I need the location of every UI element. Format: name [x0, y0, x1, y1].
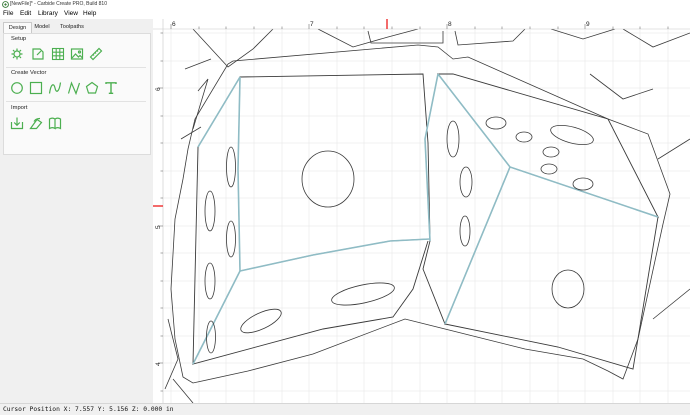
- library-icon[interactable]: [48, 116, 62, 130]
- new-page-icon[interactable]: [31, 47, 45, 61]
- selected-edges: [192, 73, 659, 365]
- app-icon: [2, 1, 9, 8]
- curve-tool-icon[interactable]: [48, 81, 62, 95]
- grid-lines: [163, 29, 690, 403]
- title-bar: [NewFile]* - Carbide Create PRO, Build 8…: [0, 0, 690, 9]
- ruler-y-label: 4: [155, 362, 162, 366]
- panel-tabs: Design Model Toolpaths: [0, 21, 153, 33]
- cursor-position-readout: Cursor Position X: 7.557 Y: 5.156 Z: 0.0…: [3, 406, 174, 413]
- tab-design[interactable]: Design: [3, 22, 32, 33]
- die-left-side: [192, 76, 241, 365]
- background-paths: [164, 28, 690, 403]
- outer-outline: [170, 44, 671, 384]
- ruler-vertical: [153, 19, 163, 403]
- import-vector-icon[interactable]: [29, 116, 43, 130]
- die-left-front: [237, 73, 431, 272]
- grid-icon[interactable]: [51, 47, 65, 61]
- polyline-tool-icon[interactable]: [67, 81, 81, 95]
- ruler-y-label: 5: [155, 225, 162, 229]
- canvas-svg: 6 7 8 9 6 5 4: [153, 19, 690, 403]
- menu-help[interactable]: Help: [83, 10, 96, 17]
- die-left-bottom: [192, 240, 429, 365]
- design-panel: Design Model Toolpaths Setup Create Vect…: [0, 19, 153, 403]
- section-divider: [6, 67, 146, 68]
- design-canvas[interactable]: 6 7 8 9 6 5 4: [153, 19, 690, 403]
- job-setup-icon[interactable]: [10, 47, 24, 61]
- rectangle-tool-icon[interactable]: [29, 81, 43, 95]
- measure-icon[interactable]: [89, 47, 103, 61]
- menu-file[interactable]: File: [3, 10, 13, 17]
- status-bar: Cursor Position X: 7.557 Y: 5.156 Z: 0.0…: [0, 403, 690, 415]
- ruler-y-label: 6: [155, 87, 162, 91]
- image-icon[interactable]: [70, 47, 84, 61]
- die-right-front: [444, 166, 659, 370]
- import-icon[interactable]: [10, 116, 24, 130]
- ruler-horizontal: [153, 19, 690, 29]
- section-import: Import: [11, 105, 28, 111]
- menu-bar: File Edit Library View Help: [0, 9, 690, 19]
- tab-model[interactable]: Model: [31, 22, 53, 32]
- section-setup: Setup: [11, 36, 27, 42]
- ruler-x-label: 7: [310, 21, 314, 28]
- section-create-vector: Create Vector: [11, 70, 47, 76]
- die-pips: [204, 116, 594, 354]
- window-title: [NewFile]* - Carbide Create PRO, Build 8…: [10, 1, 107, 7]
- die-right-top: [437, 73, 659, 218]
- menu-library[interactable]: Library: [38, 10, 58, 17]
- menu-view[interactable]: View: [64, 10, 78, 17]
- ruler-x-label: 9: [586, 21, 590, 28]
- polygon-tool-icon[interactable]: [85, 81, 99, 95]
- ruler-x-label: 6: [172, 21, 176, 28]
- menu-edit[interactable]: Edit: [20, 10, 31, 17]
- circle-tool-icon[interactable]: [10, 81, 24, 95]
- tab-toolpaths[interactable]: Toolpaths: [56, 22, 88, 32]
- text-tool-icon[interactable]: [104, 81, 118, 95]
- ruler-x-label: 8: [448, 21, 452, 28]
- section-divider: [6, 101, 146, 102]
